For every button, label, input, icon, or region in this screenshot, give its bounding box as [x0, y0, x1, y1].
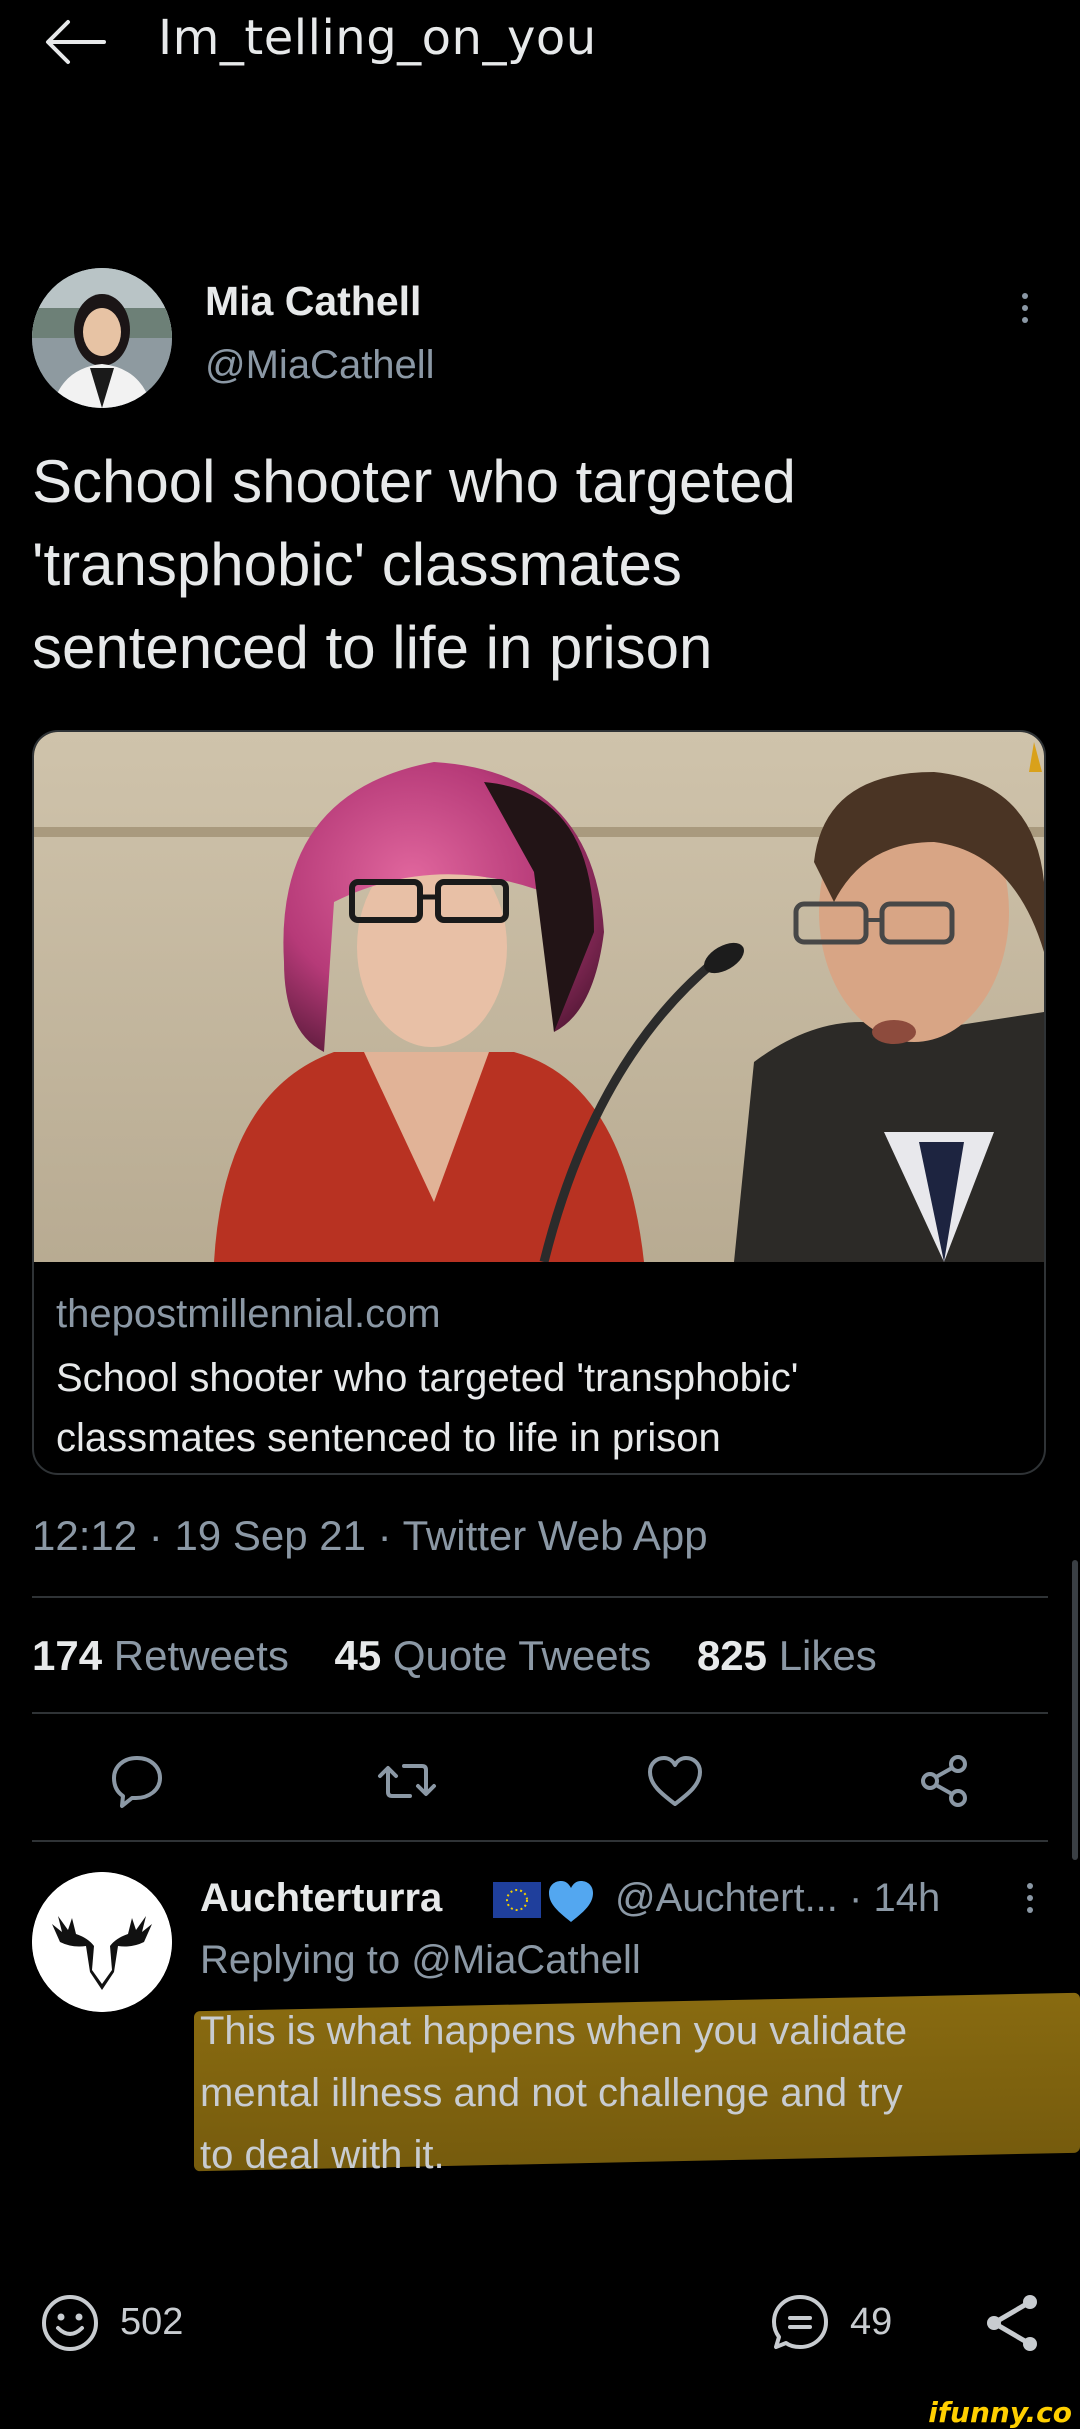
retweets-stat[interactable]: 174 Retweets	[32, 1632, 289, 1679]
replying-to: Replying to @MiaCathell	[200, 1938, 641, 1983]
retweets-label: Retweets	[113, 1632, 289, 1679]
divider	[32, 1712, 1048, 1714]
author-avatar[interactable]	[32, 268, 172, 408]
card-title-line: School shooter who targeted 'transphobic…	[56, 1356, 799, 1400]
tweet-time: 12:12	[32, 1512, 138, 1559]
share-icon[interactable]	[980, 2290, 1046, 2356]
comment-icon[interactable]	[770, 2293, 830, 2353]
reply-text-line: mental illness and not challenge and try	[200, 2071, 903, 2115]
divider	[32, 1840, 1048, 1842]
divider	[32, 1596, 1048, 1598]
tweet-stats: 174 Retweets 45 Quote Tweets 825 Likes	[32, 1632, 877, 1680]
replying-handle[interactable]: @MiaCathell	[411, 1938, 641, 1982]
smiles-count: 502	[120, 2301, 184, 2343]
blue-heart-icon	[546, 1878, 596, 1924]
smiley-icon[interactable]	[40, 2293, 100, 2353]
more-options-icon[interactable]	[1015, 288, 1035, 328]
reply-text-line: This is what happens when you validate	[200, 2009, 908, 2053]
likes-count: 825	[696, 1632, 768, 1679]
card-title: School shooter who targeted 'transphobic…	[56, 1348, 1016, 1468]
replying-prefix: Replying to	[200, 1938, 401, 1982]
reply-avatar[interactable]	[32, 1872, 172, 2012]
page-title: Im_telling_on_you	[158, 10, 597, 66]
reply-icon[interactable]	[104, 1748, 170, 1814]
tweet-text: School shooter who targeted 'transphobic…	[32, 440, 1042, 689]
author-name[interactable]: Mia Cathell	[205, 278, 421, 325]
reply-more-options-icon[interactable]	[1020, 1878, 1040, 1918]
eu-flag-icon	[493, 1882, 541, 1918]
quotes-stat[interactable]: 45 Quote Tweets	[335, 1632, 652, 1679]
tweet-date: 19 Sep 21	[174, 1512, 366, 1559]
separator: ·	[377, 1512, 392, 1559]
likes-stat[interactable]: 825 Likes	[697, 1632, 877, 1679]
reply-text: This is what happens when you validate m…	[200, 2000, 1070, 2186]
retweets-count: 174	[32, 1632, 103, 1679]
link-preview-card[interactable]: thepostmillennial.com School shooter who…	[32, 730, 1046, 1475]
reply-text-line: to deal with it.	[200, 2133, 445, 2177]
quotes-label: Quote Tweets	[392, 1632, 652, 1679]
tweet-timestamp: 12:12 · 19 Sep 21 · Twitter Web App	[32, 1512, 708, 1560]
card-title-line: classmates sentenced to life in prison	[56, 1416, 721, 1460]
tweet-text-line: School shooter who targeted	[32, 448, 796, 515]
share-icon[interactable]	[912, 1748, 978, 1814]
separator: ·	[148, 1512, 163, 1559]
ifunny-watermark: ifunny.co	[928, 2396, 1072, 2429]
reply-author-name[interactable]: Auchterturra	[200, 1876, 442, 1921]
retweet-icon[interactable]	[374, 1748, 440, 1814]
card-domain: thepostmillennial.com	[56, 1292, 441, 1336]
tweet-text-line: 'transphobic' classmates	[32, 531, 682, 598]
watermark-strip	[0, 2404, 1080, 2427]
news-photo	[34, 732, 1044, 1264]
author-handle[interactable]: @MiaCathell	[205, 343, 435, 388]
likes-label: Likes	[778, 1632, 877, 1679]
like-icon[interactable]	[642, 1748, 708, 1814]
quotes-count: 45	[334, 1632, 382, 1679]
back-arrow-icon[interactable]	[40, 14, 110, 70]
scrollbar[interactable]	[1072, 1560, 1078, 1860]
tweet-source-app[interactable]: Twitter Web App	[403, 1512, 708, 1559]
comments-count: 49	[850, 2301, 893, 2343]
reply-meta: @Auchtert... · 14h	[615, 1876, 941, 1920]
tweet-text-line: sentenced to life in prison	[32, 614, 713, 681]
